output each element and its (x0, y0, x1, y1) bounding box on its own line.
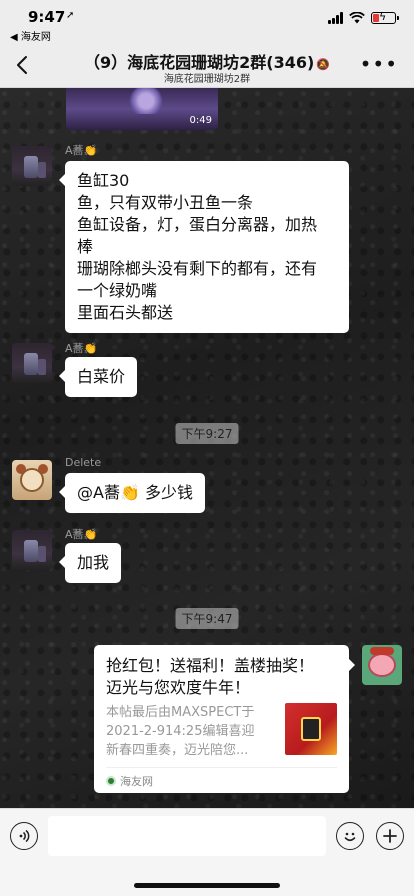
link-desc-line: 本帖最后由MAXSPECT于 (106, 705, 255, 720)
time-divider: 下午9:27 (175, 423, 239, 444)
sender-name: A蕎👏 (65, 340, 97, 356)
mention-text: @A蕎 (77, 483, 120, 502)
message-line: 珊瑚除榔头没有剩下的都有，还有 (77, 259, 318, 278)
link-description: 本帖最后由MAXSPECT于 2021-2-914:25编辑喜迎 新春四重奏，迈… (106, 703, 276, 760)
wifi-icon (349, 12, 365, 24)
message-line: 里面石头都送 (77, 303, 174, 322)
avatar[interactable] (12, 530, 52, 570)
message-text: 多少钱 (144, 483, 193, 502)
source-app-icon (106, 775, 116, 786)
link-desc-line: 2021-2-914:25编辑喜迎 (106, 724, 255, 739)
message-text: 加我 (77, 553, 110, 572)
chat-subtitle: 海底花园珊瑚坊2群 (163, 74, 251, 85)
plus-icon[interactable] (376, 822, 404, 850)
voice-icon[interactable] (10, 822, 38, 850)
message-line: 鱼缸30 (77, 171, 130, 190)
clap-emoji: 👏 (119, 483, 140, 502)
avatar[interactable] (12, 146, 52, 186)
link-title-line: 迈光与您欢度牛年！ (106, 678, 251, 697)
status-icons: ϟ (328, 10, 399, 24)
message-text: 白菜价 (77, 367, 126, 386)
link-source-name: 海友网 (120, 774, 153, 788)
status-bar: 9:47 ➚ ◀ 海友网 ϟ (0, 0, 414, 44)
video-duration: 0:49 (189, 115, 212, 126)
clap-emoji: 👏 (83, 342, 98, 355)
cellular-signal-icon (328, 12, 343, 24)
link-title-line: 抢红包！送福利！盖楼抽奖！ (106, 656, 315, 675)
avatar[interactable] (12, 343, 52, 383)
sender-name: Delete (65, 456, 102, 469)
clap-emoji: 👏 (83, 144, 98, 157)
my-avatar[interactable] (362, 645, 402, 685)
back-chevron-icon[interactable] (10, 50, 38, 80)
link-source: 海友网 (106, 767, 337, 793)
more-options-button[interactable]: ••• (360, 52, 398, 76)
sender-name: A蕎👏 (65, 526, 97, 542)
battery-icon: ϟ (371, 10, 399, 24)
message-bubble[interactable]: 白菜价 (58, 357, 138, 397)
avatar[interactable] (12, 460, 52, 500)
message-line: 一个绿奶嘴 (77, 281, 158, 300)
emoji-icon[interactable] (336, 822, 364, 850)
charging-bolt-icon: ϟ (379, 10, 387, 23)
link-title: 抢红包！送福利！盖楼抽奖！ 迈光与您欢度牛年！ (106, 655, 337, 699)
time-divider: 下午9:47 (175, 608, 239, 629)
clap-emoji: 👏 (83, 528, 98, 541)
status-time: 9:47 (28, 8, 66, 26)
home-indicator[interactable] (134, 883, 280, 888)
message-line: 鱼，只有双带小丑鱼一条 (77, 193, 254, 212)
chat-nav-bar: （9）海底花园珊瑚坊2群(346) 🔕 海底花园珊瑚坊2群 ••• (0, 44, 414, 88)
location-arrow-icon: ➚ (66, 10, 75, 21)
sender-name-text: A蕎 (65, 528, 84, 541)
message-line: 鱼缸设备，灯，蛋白分离器，加热 (77, 215, 318, 234)
message-input[interactable] (48, 816, 326, 856)
link-desc-line: 新春四重奏，迈光陪您... (106, 743, 249, 758)
sender-name-text: A蕎 (65, 342, 84, 355)
message-bubble[interactable]: 鱼缸30 鱼，只有双带小丑鱼一条 鱼缸设备，灯，蛋白分离器，加热 棒 珊瑚除榔头… (59, 161, 349, 333)
sender-name: A蕎👏 (65, 142, 97, 158)
message-line: 棒 (77, 237, 94, 256)
shared-link-card[interactable]: 抢红包！送福利！盖楼抽奖！ 迈光与您欢度牛年！ 本帖最后由MAXSPECT于 2… (94, 645, 355, 793)
message-bubble[interactable]: 加我 (58, 543, 122, 583)
back-to-app-link[interactable]: ◀ 海友网 (10, 28, 51, 43)
link-thumbnail (285, 703, 337, 755)
sender-name-text: A蕎 (65, 144, 84, 157)
video-message[interactable]: 0:49 (66, 88, 218, 130)
video-thumbnail (126, 88, 166, 114)
message-bubble[interactable]: @A蕎👏 多少钱 (59, 473, 205, 513)
